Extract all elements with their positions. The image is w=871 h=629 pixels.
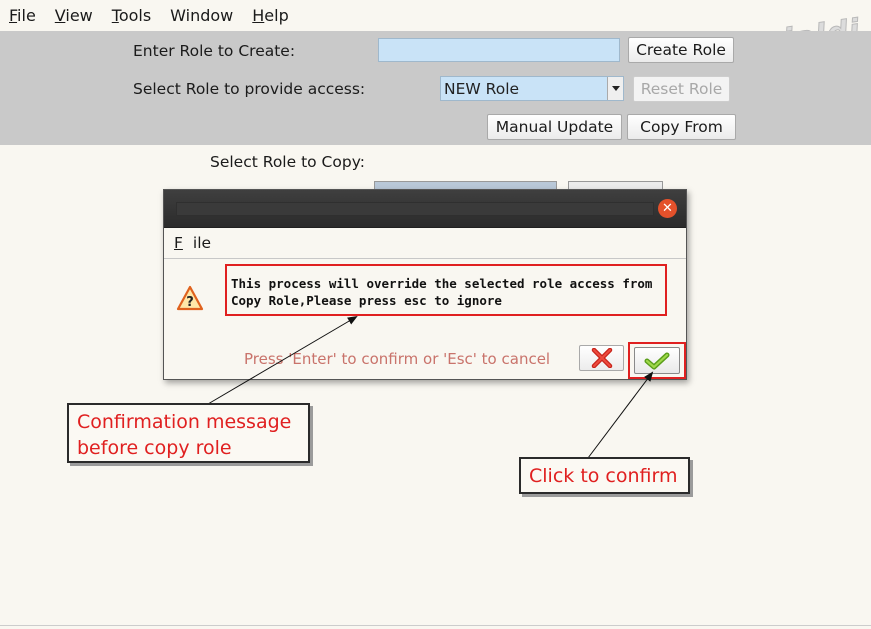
create-role-button[interactable]: Create Role xyxy=(628,37,734,63)
close-icon[interactable]: ✕ xyxy=(658,199,677,218)
warning-question-icon: ? xyxy=(176,285,204,311)
menu-help[interactable]: Help xyxy=(252,6,288,25)
create-role-input[interactable] xyxy=(378,38,620,62)
green-check-icon xyxy=(644,352,670,369)
menu-window[interactable]: Window xyxy=(170,6,233,25)
select-role-dropdown[interactable]: NEW Role xyxy=(440,76,624,101)
confirm-button[interactable] xyxy=(634,347,680,374)
menu-view[interactable]: View xyxy=(55,6,93,25)
callout-confirmation-message: Confirmation message before copy role xyxy=(67,403,310,463)
message-line-2: Copy Role,Please press esc to ignore xyxy=(231,293,502,308)
copy-from-button[interactable]: Copy From xyxy=(627,114,736,140)
dialog-titlebar[interactable]: ✕ xyxy=(164,190,686,228)
select-role-to-copy-label: Select Role to Copy: xyxy=(210,153,365,171)
confirmation-message: This process will override the selected … xyxy=(225,264,667,316)
menu-tools[interactable]: Tools xyxy=(112,6,151,25)
message-line-1: This process will override the selected … xyxy=(231,276,653,291)
red-x-icon xyxy=(591,348,612,368)
dialog-menu-bar: File xyxy=(164,228,686,259)
keyboard-hint: Press 'Enter' to confirm or 'Esc' to can… xyxy=(244,350,551,368)
confirm-button-highlight xyxy=(628,342,686,379)
cancel-button[interactable] xyxy=(579,345,624,371)
window-bottom-border xyxy=(0,625,871,626)
select-role-value: NEW Role xyxy=(444,79,520,98)
reset-role-button: Reset Role xyxy=(633,76,730,102)
dialog-title-strip xyxy=(176,202,654,216)
callout-1-line-2: before copy role xyxy=(77,437,232,459)
menu-bar: File View Tools Window Help xyxy=(0,0,871,31)
chevron-down-icon[interactable] xyxy=(607,77,623,100)
arrow-to-confirm xyxy=(587,371,654,459)
select-role-label: Select Role to provide access: xyxy=(133,80,366,98)
svg-text:?: ? xyxy=(186,295,194,310)
create-role-label: Enter Role to Create: xyxy=(133,42,296,60)
confirm-dialog: ✕ File ? This process will override the … xyxy=(163,189,687,380)
dialog-menu-file[interactable]: File xyxy=(174,234,211,252)
menu-file[interactable]: File xyxy=(9,6,36,25)
manual-update-button[interactable]: Manual Update xyxy=(487,114,622,140)
callout-1-line-1: Confirmation message xyxy=(77,411,292,433)
callout-click-to-confirm: Click to confirm xyxy=(519,457,690,494)
